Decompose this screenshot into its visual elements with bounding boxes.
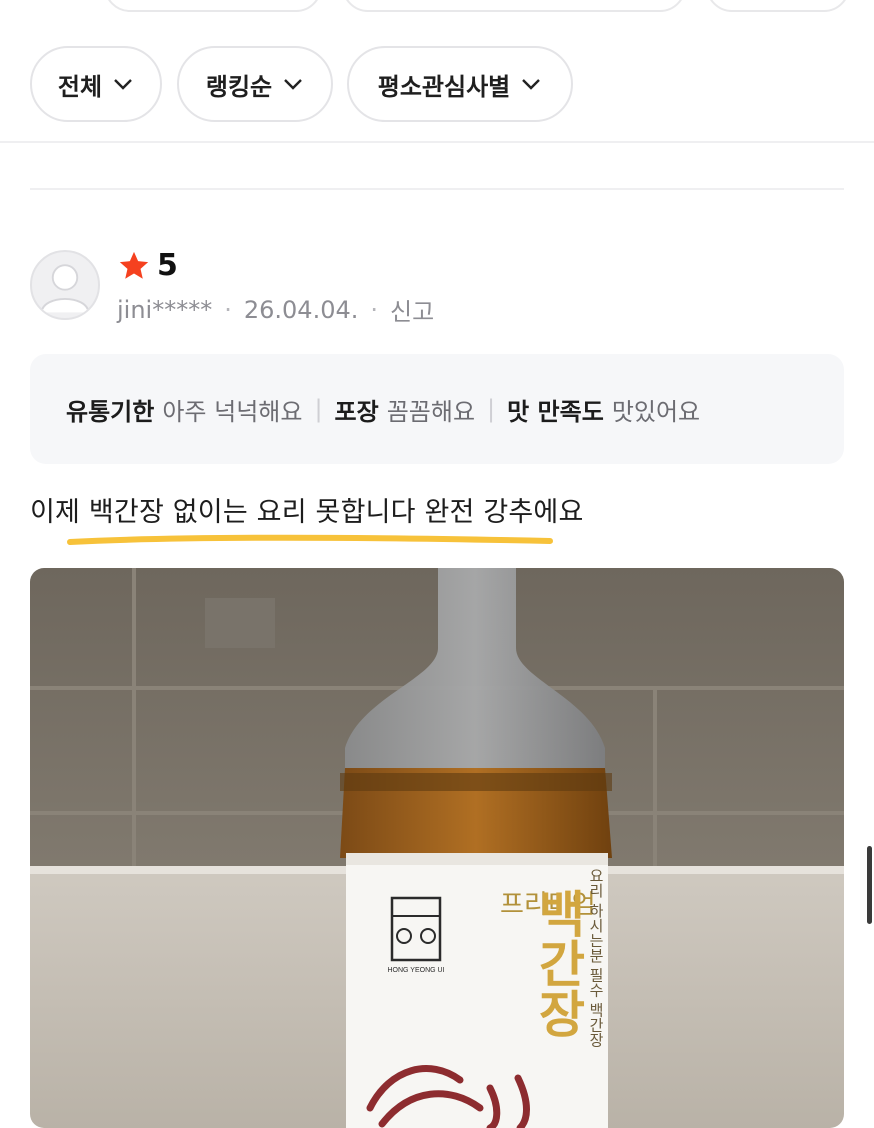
star-icon: [119, 251, 149, 279]
review-rating: 5: [117, 248, 178, 283]
summary-value-taste: 맛있어요: [611, 397, 701, 426]
top-pill-2[interactable]: [342, 0, 686, 12]
summary-value-packaging: 꼼꼼해요: [386, 397, 476, 426]
report-link[interactable]: 신고: [390, 292, 434, 327]
review-photo[interactable]: HONG YEONG UI 프리미엄 백간장 요리 하시는분 필수 백간장: [30, 568, 844, 1128]
scrollbar[interactable]: [867, 846, 872, 924]
summary-key-taste: 맛 만족도: [507, 397, 604, 426]
review-meta: jini***** · 26.04.04. · 신고: [117, 292, 434, 327]
meta-separator: ·: [224, 295, 232, 324]
filter-all-label: 전체: [57, 72, 103, 101]
review-summary-box: 유통기한 아주 넉넉해요 | 포장 꼼꼼해요 | 맛 만족도 맛있어요: [30, 354, 844, 464]
summary-key-packaging: 포장: [334, 397, 379, 426]
filter-all-button[interactable]: 전체: [30, 46, 162, 122]
section-divider: [0, 141, 874, 143]
photo-label-big: 백간장: [529, 888, 587, 1038]
filter-ranking-label: 랭킹순: [205, 72, 273, 101]
top-pill-3[interactable]: [706, 0, 850, 12]
review-body-text: 이제 백간장 없이는 요리 못합니다 완전 강추에요: [30, 497, 584, 528]
summary-value-expiry: 아주 넉넉해요: [162, 397, 303, 426]
rating-value: 5: [157, 248, 178, 283]
summary-separator: |: [314, 395, 323, 423]
chevron-down-icon: [114, 79, 132, 90]
review-divider: [30, 188, 844, 190]
meta-separator: ·: [370, 295, 379, 324]
filter-interest-label: 평소관심사별: [377, 72, 511, 101]
chevron-down-icon: [284, 79, 302, 90]
review-username: jini*****: [117, 295, 213, 324]
highlight-underline: [67, 534, 553, 545]
chevron-down-icon: [522, 79, 541, 90]
review-date: 26.04.04.: [243, 295, 359, 324]
photo-vertical-text: 요리 하시는분 필수 백간장: [587, 868, 605, 1048]
avatar-icon: [30, 250, 100, 320]
photo-brand-text: HONG YEONG UI: [387, 967, 444, 974]
summary-separator: |: [487, 395, 496, 423]
top-pill-1[interactable]: [104, 0, 322, 12]
summary-key-expiry: 유통기한: [66, 397, 155, 426]
filter-interest-button[interactable]: 평소관심사별: [347, 46, 573, 122]
filter-ranking-button[interactable]: 랭킹순: [177, 46, 333, 122]
